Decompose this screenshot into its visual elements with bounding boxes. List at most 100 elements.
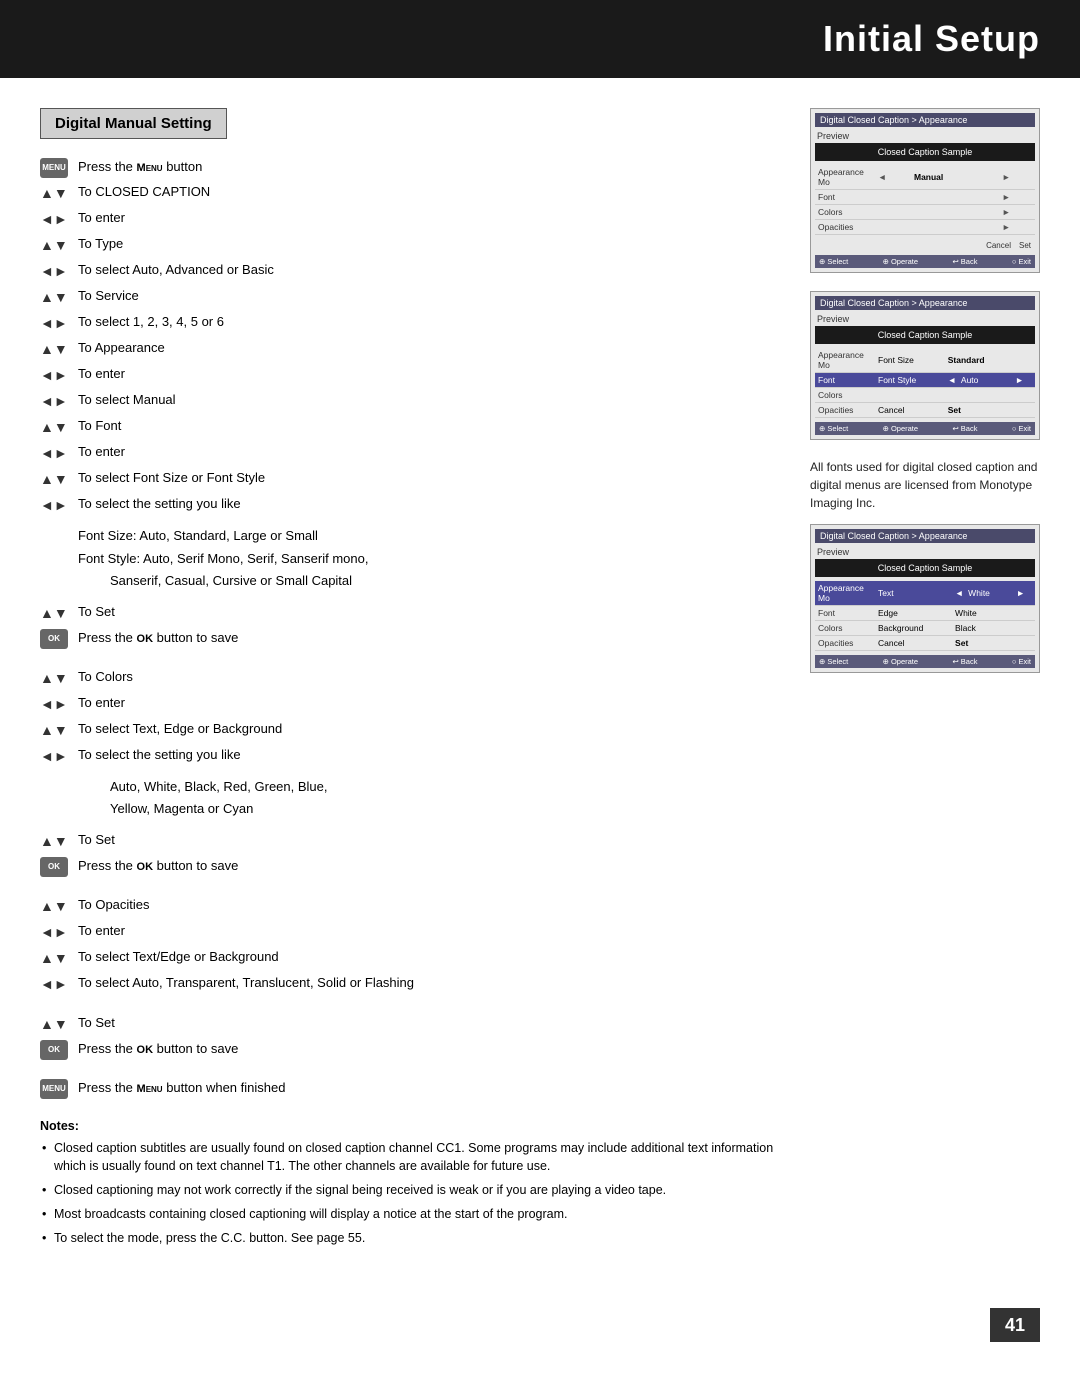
page-title: Initial Setup (0, 18, 1040, 60)
ui-table-2: Appearance Mo Font Size Standard Font Fo… (815, 348, 1035, 418)
font-style-info-2: Sanserif, Casual, Cursive or Small Capit… (40, 571, 780, 591)
ui-screenshot-2: Digital Closed Caption > Appearance Prev… (810, 291, 1040, 440)
list-item: ◄► To enter (40, 208, 780, 230)
list-item: ▲▼ To select Text/Edge or Background (40, 947, 780, 969)
arrow-left-right-icon: ◄► (40, 494, 78, 516)
list-item: ▲▼ To select Font Size or Font Style (40, 468, 780, 490)
list-item: ◄► To enter (40, 693, 780, 715)
arrow-up-down-icon: ▲▼ (40, 667, 78, 689)
list-item: MENU Press the Menu button (40, 157, 780, 178)
list-item: ▲▼ To Service (40, 286, 780, 308)
color-list: Auto, White, Black, Red, Green, Blue, (40, 777, 780, 797)
color-list-2: Yellow, Magenta or Cyan (40, 799, 780, 819)
table-row: Appearance Mo Text ◄ White ► (815, 581, 1035, 606)
list-item: ◄► To select the setting you like (40, 745, 780, 767)
list-item: ◄► To select the setting you like (40, 494, 780, 516)
list-item: ▲▼ To CLOSED CAPTION (40, 182, 780, 204)
ui-screenshot-3: Digital Closed Caption > Appearance Prev… (810, 524, 1040, 673)
ui-screen-title-2: Digital Closed Caption > Appearance (815, 296, 1035, 310)
notes-item-1: Closed caption subtitles are usually fou… (40, 1139, 780, 1177)
notes-item-4: To select the mode, press the C.C. butto… (40, 1229, 780, 1248)
table-row: Appearance Mo Font Size Standard (815, 348, 1035, 373)
list-item: ◄► To select Auto, Transparent, Transluc… (40, 973, 780, 995)
instruction-list-5: ▲▼ To Opacities ◄► To enter ▲▼ To select… (40, 895, 780, 995)
instruction-list-3: ▲▼ To Colors ◄► To enter ▲▼ To select Te… (40, 667, 780, 767)
list-item: ▲▼ To Opacities (40, 895, 780, 917)
table-row: Font Font Style ◄ Auto ► (815, 373, 1035, 388)
arrow-up-down-icon: ▲▼ (40, 182, 78, 204)
instruction-list-4: ▲▼ To Set OK Press the OK button to save (40, 830, 780, 877)
list-item: OK Press the OK button to save (40, 628, 780, 649)
arrow-up-down-icon: ▲▼ (40, 286, 78, 308)
list-item: ◄► To enter (40, 442, 780, 464)
notes-item-2: Closed captioning may not work correctly… (40, 1181, 780, 1200)
arrow-left-right-icon: ◄► (40, 390, 78, 412)
list-item: ▲▼ To select Text, Edge or Background (40, 719, 780, 741)
arrow-up-down-icon: ▲▼ (40, 1013, 78, 1035)
list-item: OK Press the OK button to save (40, 856, 780, 877)
list-item: ▲▼ To Set (40, 602, 780, 624)
arrow-left-right-icon: ◄► (40, 745, 78, 767)
left-column: Digital Manual Setting MENU Press the Me… (40, 108, 780, 1252)
notes-title: Notes: (40, 1119, 780, 1133)
table-row: Colors ► (815, 205, 1035, 220)
right-column: Digital Closed Caption > Appearance Prev… (810, 108, 1040, 1252)
ok-btn-icon: OK (40, 856, 78, 877)
arrow-up-down-icon: ▲▼ (40, 234, 78, 256)
arrow-up-down-icon: ▲▼ (40, 895, 78, 917)
section-title: Digital Manual Setting (40, 108, 227, 139)
page-number: 41 (990, 1308, 1040, 1342)
arrow-up-down-icon: ▲▼ (40, 830, 78, 852)
arrow-left-right-icon: ◄► (40, 260, 78, 282)
instruction-list-6: ▲▼ To Set OK Press the OK button to save (40, 1013, 780, 1060)
menu-btn-icon: MENU (40, 157, 78, 178)
list-item: MENU Press the Menu button when finished (40, 1078, 780, 1099)
menu-btn-icon: MENU (40, 1078, 78, 1099)
arrow-left-right-icon: ◄► (40, 364, 78, 386)
ui-table-1: Appearance Mo ◄ Manual ► Font ► Colors ► (815, 165, 1035, 235)
list-item: ◄► To select Auto, Advanced or Basic (40, 260, 780, 282)
list-item: ◄► To select Manual (40, 390, 780, 412)
ui-screen-title-1: Digital Closed Caption > Appearance (815, 113, 1035, 127)
ui-screen-title-3: Digital Closed Caption > Appearance (815, 529, 1035, 543)
list-item: ▲▼ To Appearance (40, 338, 780, 360)
list-item: ▲▼ To Colors (40, 667, 780, 689)
table-row: Appearance Mo ◄ Manual ► (815, 165, 1035, 190)
arrow-left-right-icon: ◄► (40, 208, 78, 230)
instruction-list-1: MENU Press the Menu button ▲▼ To CLOSED … (40, 157, 780, 516)
notes-item-3: Most broadcasts containing closed captio… (40, 1205, 780, 1224)
arrow-left-right-icon: ◄► (40, 973, 78, 995)
list-item: ◄► To enter (40, 921, 780, 943)
arrow-up-down-icon: ▲▼ (40, 416, 78, 438)
side-note: All fonts used for digital closed captio… (810, 458, 1040, 512)
list-item: ▲▼ To Set (40, 1013, 780, 1035)
ok-btn-icon: OK (40, 628, 78, 649)
instruction-list-7: MENU Press the Menu button when finished (40, 1078, 780, 1099)
list-item: ◄► To enter (40, 364, 780, 386)
list-item: ▲▼ To Type (40, 234, 780, 256)
arrow-up-down-icon: ▲▼ (40, 602, 78, 624)
table-row: Font Edge White (815, 606, 1035, 621)
instruction-list-2: ▲▼ To Set OK Press the OK button to save (40, 602, 780, 649)
table-row: Opacities Cancel Set (815, 403, 1035, 418)
table-row: Opacities Cancel Set (815, 636, 1035, 651)
arrow-left-right-icon: ◄► (40, 312, 78, 334)
arrow-left-right-icon: ◄► (40, 921, 78, 943)
font-size-info: Font Size: Auto, Standard, Large or Smal… (40, 526, 780, 546)
arrow-up-down-icon: ▲▼ (40, 719, 78, 741)
list-item: ▲▼ To Font (40, 416, 780, 438)
ok-btn-icon: OK (40, 1039, 78, 1060)
notes-section: Notes: Closed caption subtitles are usua… (40, 1119, 780, 1248)
font-style-info: Font Style: Auto, Serif Mono, Serif, San… (40, 549, 780, 569)
table-row: Colors Background Black (815, 621, 1035, 636)
arrow-up-down-icon: ▲▼ (40, 468, 78, 490)
content-area: Digital Manual Setting MENU Press the Me… (0, 108, 1080, 1292)
arrow-up-down-icon: ▲▼ (40, 338, 78, 360)
arrow-left-right-icon: ◄► (40, 442, 78, 464)
list-item: ▲▼ To Set (40, 830, 780, 852)
arrow-up-down-icon: ▲▼ (40, 947, 78, 969)
list-item: ◄► To select 1, 2, 3, 4, 5 or 6 (40, 312, 780, 334)
table-row: Opacities ► (815, 220, 1035, 235)
ui-table-3: Appearance Mo Text ◄ White ► Font Edge W… (815, 581, 1035, 651)
ui-screenshot-1: Digital Closed Caption > Appearance Prev… (810, 108, 1040, 273)
